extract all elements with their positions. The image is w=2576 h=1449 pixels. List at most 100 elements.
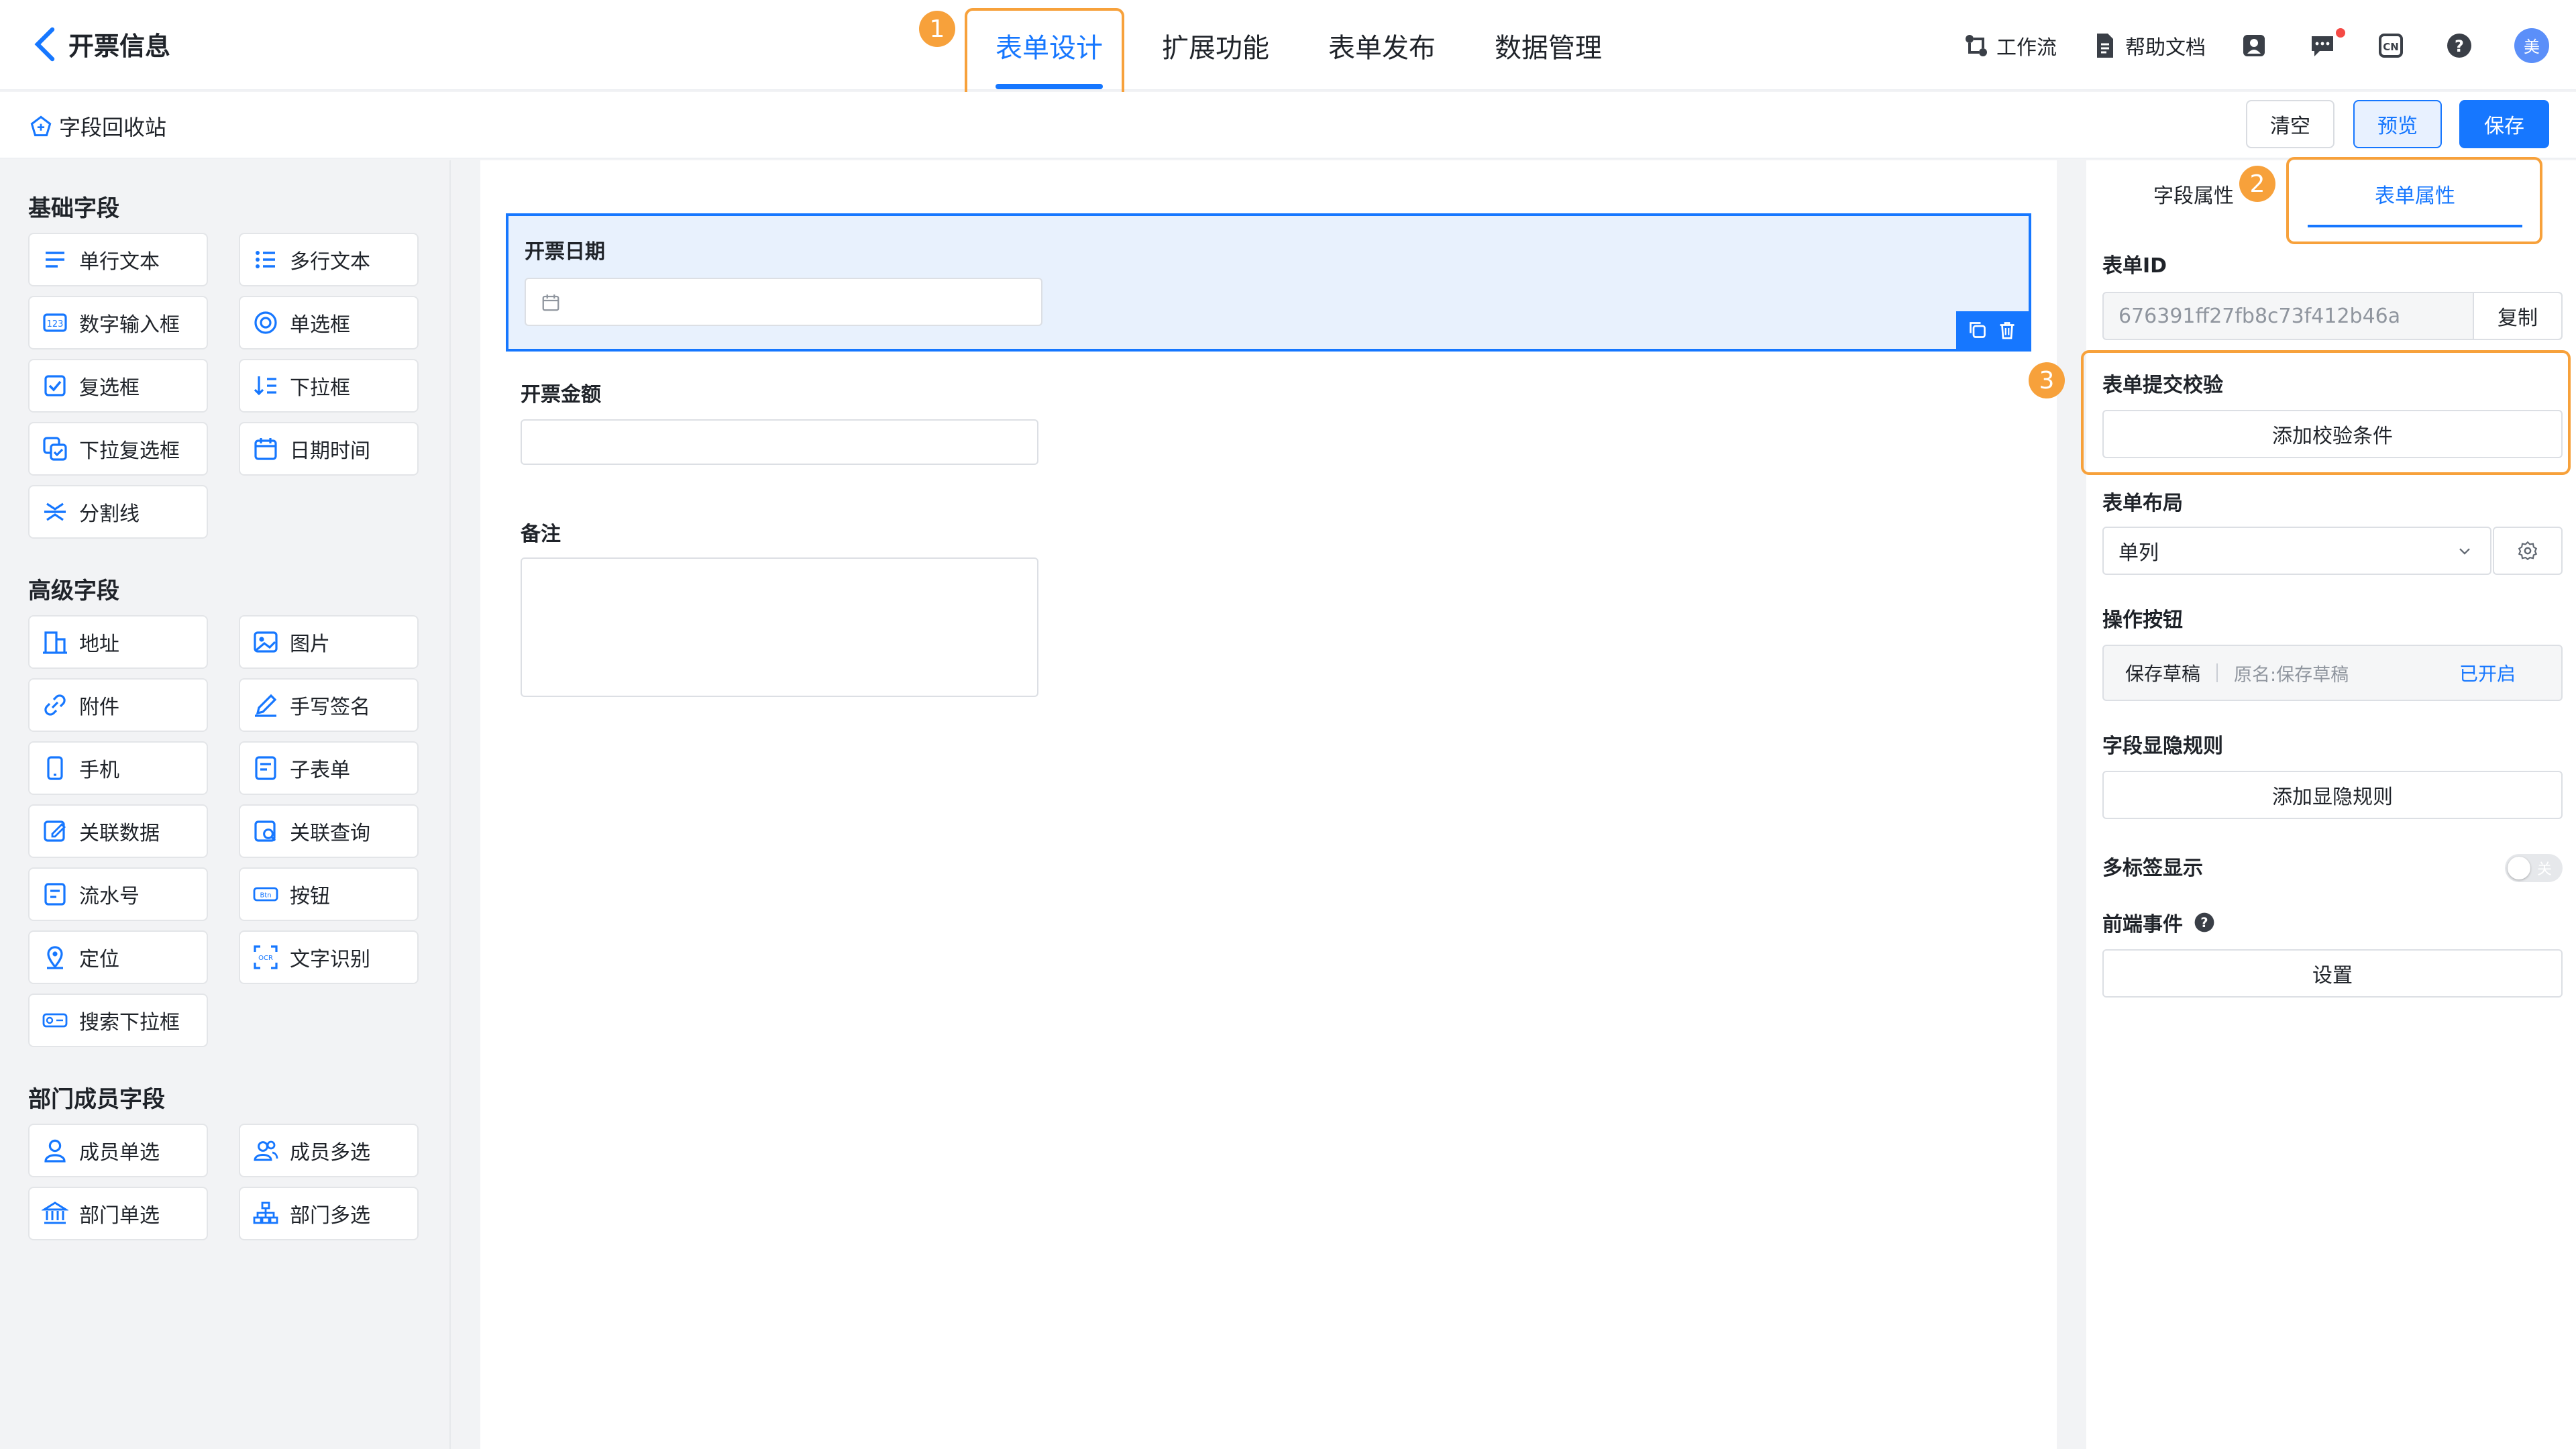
edit-doc-icon [44,820,66,842]
copy-id-button[interactable]: 复制 [2473,293,2561,339]
field-subform[interactable]: 子表单 [239,741,419,795]
group-title-members: 部门成员字段 [28,1086,165,1113]
multi-tab-label: 多标签显示 [2102,857,2203,880]
submit-validation-label: 表单提交校验 [2102,374,2223,397]
events-settings-button[interactable]: 设置 [2102,949,2563,998]
sort-list-icon [254,376,276,396]
field-image[interactable]: 图片 [239,615,419,669]
radio-icon [254,311,277,334]
bank-icon [42,1201,68,1224]
trash-icon[interactable] [1997,320,2017,340]
copy-icon[interactable] [1968,320,1988,340]
help-docs-button[interactable]: 帮助文档 [2092,31,2206,60]
notification-dot [2336,28,2345,38]
field-recycle-bin[interactable]: 字段回收站 [30,111,166,142]
field-location[interactable]: 定位 [28,930,208,984]
header-tools: 工作流 帮助文档 CN ? 美 [1928,0,2549,91]
field-button[interactable]: Btn 按钮 [239,867,419,921]
chevron-left-icon [34,27,55,61]
field-dropdown[interactable]: 下拉框 [239,359,419,413]
add-validation-button[interactable]: 添加校验条件 [2102,410,2563,458]
group-title-advanced: 高级字段 [28,578,119,604]
search-doc-icon [254,820,276,842]
field-search-dropdown[interactable]: 搜索下拉框 [28,994,208,1047]
field-radio[interactable]: 单选框 [239,296,419,350]
chevron-down-icon [2459,548,2470,555]
amount-input[interactable] [521,419,1038,465]
field-member-multi[interactable]: 成员多选 [239,1124,419,1177]
field-attachment[interactable]: 附件 [28,678,208,732]
field-label: 开票日期 [525,240,605,264]
users-icon [254,1140,278,1161]
form-field-selected[interactable]: 开票日期 [506,213,2031,352]
svg-text:CN: CN [2383,41,2399,53]
action-button-row[interactable]: 保存草稿 原名:保存草稿 已开启 [2102,645,2563,701]
form-id-label: 表单ID [2102,254,2167,278]
action-status-link[interactable]: 已开启 [2459,659,2516,686]
field-single-text[interactable]: 单行文本 [28,233,208,286]
user-icon [44,1139,66,1163]
sub-toolbar: 字段回收站 清空 预览 保存 [0,92,2576,159]
svg-text:OCR: OCR [258,955,273,962]
layout-settings-button[interactable] [2493,527,2563,575]
tab-extensions[interactable]: 扩展功能 [1132,0,1299,91]
field-signature[interactable]: 手写签名 [239,678,419,732]
remark-textarea[interactable] [521,557,1038,697]
field-member-single[interactable]: 成员单选 [28,1124,208,1177]
step-badge-1: 1 [919,11,955,47]
preview-button[interactable]: 预览 [2353,100,2442,148]
tab-form-publish[interactable]: 表单发布 [1299,0,1465,91]
field-linked-data[interactable]: 关联数据 [28,804,208,858]
field-multi-dropdown[interactable]: 下拉复选框 [28,422,208,476]
main-nav: 表单设计 扩展功能 表单发布 数据管理 [966,0,1631,91]
field-divider[interactable]: 分割线 [28,485,208,539]
field-dept-multi[interactable]: 部门多选 [239,1187,419,1240]
field-linked-query[interactable]: 关联查询 [239,804,419,858]
add-visibility-rule-button[interactable]: 添加显隐规则 [2102,771,2563,819]
avatar[interactable]: 美 [2514,28,2549,63]
question-icon[interactable]: ? [2194,912,2215,933]
field-ocr[interactable]: OCR 文字识别 [239,930,419,984]
building-icon [43,631,67,654]
field-checkbox[interactable]: 复选框 [28,359,208,413]
list-icon [256,251,275,268]
multi-tab-toggle[interactable]: 关 [2505,854,2563,882]
divider [2216,663,2218,682]
group-title-basic: 基础字段 [28,195,119,222]
clear-button[interactable]: 清空 [2246,100,2334,148]
date-input[interactable] [525,278,1042,326]
field-phone[interactable]: 手机 [28,741,208,795]
search-select-icon [42,1013,68,1028]
scan-icon: OCR [254,945,278,969]
multi-checkbox-icon [43,437,67,461]
field-multi-text[interactable]: 多行文本 [239,233,419,286]
svg-text:Btn: Btn [260,892,271,899]
form-id-field: 676391ff27fb8c73f412b46a 复制 [2102,292,2563,340]
language-button[interactable]: CN [2377,32,2411,59]
tab-underline [2308,225,2522,227]
messages-button[interactable] [2309,28,2345,59]
field-datetime[interactable]: 日期时间 [239,422,419,476]
text-lines-icon [46,252,64,268]
pen-icon [255,694,277,717]
save-button[interactable]: 保存 [2459,100,2549,148]
workflow-button[interactable]: 工作流 [1963,31,2057,60]
step-badge-3: 3 [2029,362,2065,398]
frontend-events-label: 前端事件 ? [2102,908,2215,937]
link-icon [44,694,66,716]
field-dept-single[interactable]: 部门单选 [28,1187,208,1240]
tab-form-properties[interactable]: 表单属性 [2308,160,2522,227]
button-icon: Btn [253,887,278,902]
field-serial-number[interactable]: 流水号 [28,867,208,921]
recycle-icon [30,115,52,137]
layout-select[interactable]: 单列 [2102,527,2491,575]
contacts-button[interactable] [2241,32,2274,59]
tab-form-design[interactable]: 表单设计 [966,0,1132,91]
tab-data-management[interactable]: 数据管理 [1465,0,1631,91]
field-number-input[interactable]: 123 数字输入框 [28,296,208,350]
help-button[interactable]: ? [2446,32,2479,59]
checkbox-icon [44,375,66,396]
field-address[interactable]: 地址 [28,615,208,669]
svg-text:123: 123 [47,319,64,329]
back-button[interactable]: 开票信息 [32,25,170,62]
